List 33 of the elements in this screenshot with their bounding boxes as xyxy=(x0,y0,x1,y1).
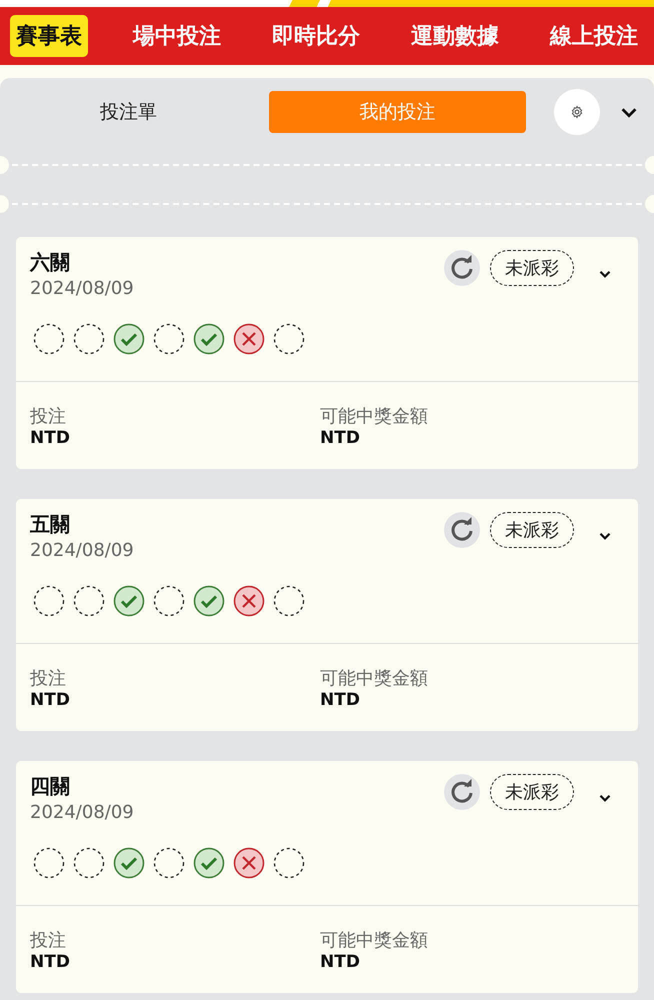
bet-tab[interactable]: 我的投注 xyxy=(269,91,526,133)
payout-value: NTD xyxy=(320,690,360,710)
payout-value: NTD xyxy=(320,428,360,448)
bet-title: 五關 xyxy=(30,511,71,538)
bet-date: 2024/08/09 xyxy=(30,802,135,823)
payout-label: 可能中獎金額 xyxy=(320,667,428,690)
payout-label: 可能中獎金額 xyxy=(320,405,428,428)
stake-label: 投注 xyxy=(30,405,66,428)
payout-value: NTD xyxy=(320,952,360,972)
stake-value: NTD xyxy=(30,428,70,448)
bet-date: 2024/08/09 xyxy=(30,278,135,299)
refresh-icon[interactable] xyxy=(444,250,480,286)
refresh-icon[interactable] xyxy=(444,774,480,810)
nav-tab[interactable]: 即時比分 xyxy=(266,15,366,57)
bet-title: 四關 xyxy=(30,773,71,800)
payout-label: 可能中獎金額 xyxy=(320,929,428,952)
refresh-icon[interactable] xyxy=(444,512,480,548)
bet-tab[interactable]: 投注單 xyxy=(0,91,257,133)
stake-label: 投注 xyxy=(30,929,66,952)
bet-title: 六關 xyxy=(30,249,71,276)
settings-icon xyxy=(570,105,584,119)
nav-tab[interactable]: 運動數據 xyxy=(405,15,505,57)
nav-tab[interactable]: 場中投注 xyxy=(127,15,227,57)
status-pill: 未派彩 xyxy=(490,774,574,810)
stake-label: 投注 xyxy=(30,667,66,690)
status-pill: 未派彩 xyxy=(490,250,574,286)
status-pill: 未派彩 xyxy=(490,512,574,548)
settings-button[interactable] xyxy=(554,89,600,135)
stake-value: NTD xyxy=(30,952,70,972)
nav-tab[interactable]: 賽事表 xyxy=(10,15,88,57)
stake-value: NTD xyxy=(30,690,70,710)
nav-tab[interactable]: 線上投注 xyxy=(544,15,644,57)
bet-date: 2024/08/09 xyxy=(30,540,135,561)
